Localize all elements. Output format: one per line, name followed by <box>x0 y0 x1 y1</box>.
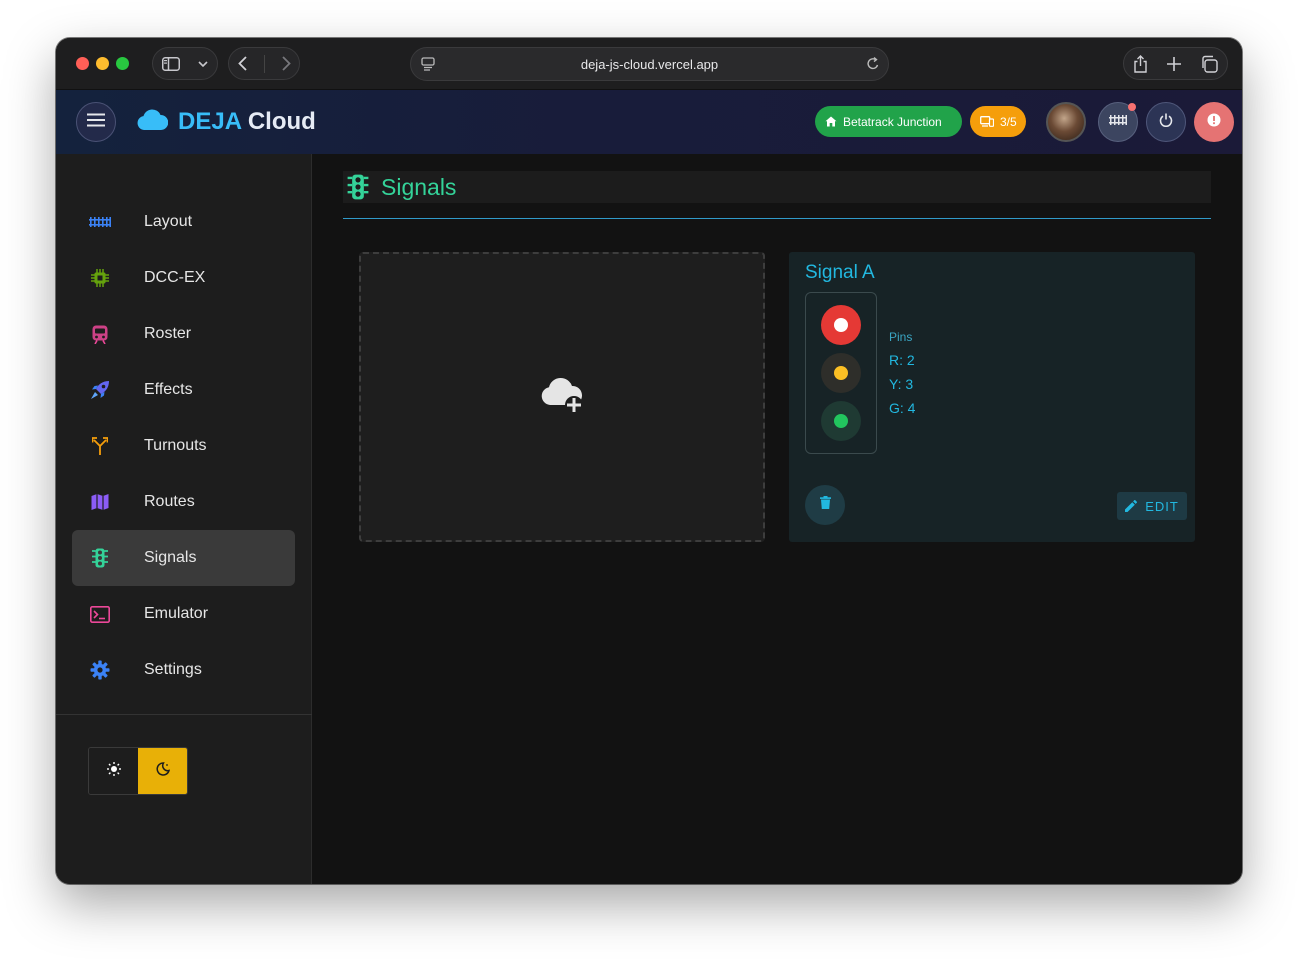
sidebar-item-label: Effects <box>144 381 193 398</box>
delete-signal-button[interactable] <box>805 485 845 525</box>
map-icon <box>72 493 128 511</box>
sidebar-item-dcc-ex[interactable]: DCC-EX <box>72 250 295 306</box>
alert-button[interactable] <box>1194 102 1234 142</box>
zoom-window-button[interactable] <box>116 57 129 70</box>
traffic-light-icon <box>72 548 128 568</box>
sidebar: Layout DCC-EX Roster Effects Turnouts Ro… <box>56 154 312 884</box>
turnout-icon <box>72 437 128 455</box>
devices-icon <box>980 116 994 127</box>
brand[interactable]: DEJA Cloud <box>136 108 316 136</box>
minimize-window-button[interactable] <box>96 57 109 70</box>
add-signal-card[interactable] <box>359 252 765 542</box>
browser-actions-group <box>1123 47 1228 80</box>
brand-deja: DEJA <box>178 108 242 135</box>
url-text: deja-js-cloud.vercel.app <box>580 56 719 72</box>
track-icon <box>72 216 128 228</box>
cog-icon <box>72 660 128 680</box>
sidebar-item-turnouts[interactable]: Turnouts <box>72 418 295 474</box>
forward-icon[interactable] <box>281 56 291 71</box>
traffic-light-icon <box>347 174 369 200</box>
brand-cloud: Cloud <box>247 108 316 135</box>
trash-icon <box>819 496 831 514</box>
layout-chip[interactable]: Betatrack Junction <box>815 106 962 137</box>
sidebar-item-routes[interactable]: Routes <box>72 474 295 530</box>
sidebar-item-label: Emulator <box>144 605 209 622</box>
sidebar-divider <box>56 714 312 715</box>
close-window-button[interactable] <box>76 57 89 70</box>
theme-toggle <box>88 747 188 795</box>
pencil-icon <box>1125 500 1138 512</box>
devices-chip[interactable]: 3/5 <box>970 106 1026 137</box>
history-nav-group <box>228 47 300 80</box>
yellow-lamp[interactable] <box>821 353 861 393</box>
moon-icon <box>155 761 170 781</box>
app-header: DEJA Cloud Betatrack Junction 3/5 <box>56 90 1242 154</box>
sidebar-item-label: DCC-EX <box>144 269 206 286</box>
sidebar-item-label: Signals <box>144 549 197 566</box>
sidebar-item-effects[interactable]: Effects <box>72 362 295 418</box>
page-header: Signals <box>343 171 1211 203</box>
pin-green: G: 4 <box>889 400 916 416</box>
share-icon[interactable] <box>1133 54 1148 73</box>
chip-icon <box>72 269 128 287</box>
sidebar-item-label: Turnouts <box>144 437 207 454</box>
sidebar-item-layout[interactable]: Layout <box>72 194 295 250</box>
sidebar-item-settings[interactable]: Settings <box>72 642 295 698</box>
reload-icon[interactable] <box>866 56 880 74</box>
home-icon <box>825 116 837 127</box>
header-divider <box>343 218 1211 219</box>
cloud-icon <box>136 108 169 136</box>
cloud-add-icon <box>539 375 585 420</box>
signal-card: Signal A Pins R: 2 Y: 3 G: 4 EDIT <box>789 252 1195 542</box>
page-title: Signals <box>381 173 457 200</box>
page-settings-icon[interactable] <box>421 57 435 74</box>
signal-lamps <box>805 292 877 454</box>
track-icon <box>1109 113 1127 131</box>
rocket-icon <box>72 380 128 400</box>
power-icon <box>1159 113 1173 132</box>
pins-label: Pins <box>889 330 913 344</box>
red-lamp[interactable] <box>821 305 861 345</box>
alert-icon <box>1207 113 1221 132</box>
edit-label: EDIT <box>1145 498 1179 514</box>
sidebar-item-label: Layout <box>144 213 193 230</box>
light-theme-button[interactable] <box>89 748 138 794</box>
dark-theme-button[interactable] <box>138 748 187 794</box>
edit-signal-button[interactable]: EDIT <box>1117 492 1187 520</box>
sidebar-item-label: Roster <box>144 325 192 342</box>
devices-chip-label: 3/5 <box>1000 114 1017 129</box>
nav-divider <box>263 54 265 73</box>
green-lamp[interactable] <box>821 401 861 441</box>
hamburger-icon <box>87 113 105 132</box>
terminal-icon <box>72 605 128 623</box>
main-content: Signals Signal A Pins R: 2 Y: 3 G: 4 EDI… <box>313 154 1242 884</box>
sun-icon <box>106 761 121 781</box>
notification-dot <box>1128 103 1136 111</box>
signal-pins: Pins R: 2 Y: 3 G: 4 <box>889 330 915 420</box>
pin-red: R: 2 <box>889 352 915 368</box>
sidebar-item-signals[interactable]: Signals <box>72 530 295 586</box>
browser-window: deja-js-cloud.vercel.app DEJA Cloud Beta… <box>56 38 1242 884</box>
sidebar-item-label: Settings <box>144 661 202 678</box>
layout-chip-label: Betatrack Junction <box>843 114 942 129</box>
address-bar[interactable]: deja-js-cloud.vercel.app <box>410 47 889 81</box>
user-avatar[interactable] <box>1046 102 1086 142</box>
train-icon <box>72 325 128 344</box>
brand-name: DEJA Cloud <box>178 108 316 136</box>
chevron-down-icon[interactable] <box>198 60 208 67</box>
tab-overview-icon[interactable] <box>1200 55 1218 73</box>
sidebar-toggle-group[interactable] <box>152 47 218 80</box>
sidebar-item-emulator[interactable]: Emulator <box>72 586 295 642</box>
sidebar-item-label: Routes <box>144 493 195 510</box>
signal-name: Signal A <box>805 262 875 283</box>
power-button[interactable] <box>1146 102 1186 142</box>
sidebar-toggle-icon[interactable] <box>162 56 180 71</box>
pin-yellow: Y: 3 <box>889 376 914 392</box>
new-tab-icon[interactable] <box>1166 56 1181 71</box>
menu-button[interactable] <box>76 102 116 142</box>
back-icon[interactable] <box>237 56 247 71</box>
browser-toolbar: deja-js-cloud.vercel.app <box>56 38 1242 90</box>
sidebar-item-roster[interactable]: Roster <box>72 306 295 362</box>
